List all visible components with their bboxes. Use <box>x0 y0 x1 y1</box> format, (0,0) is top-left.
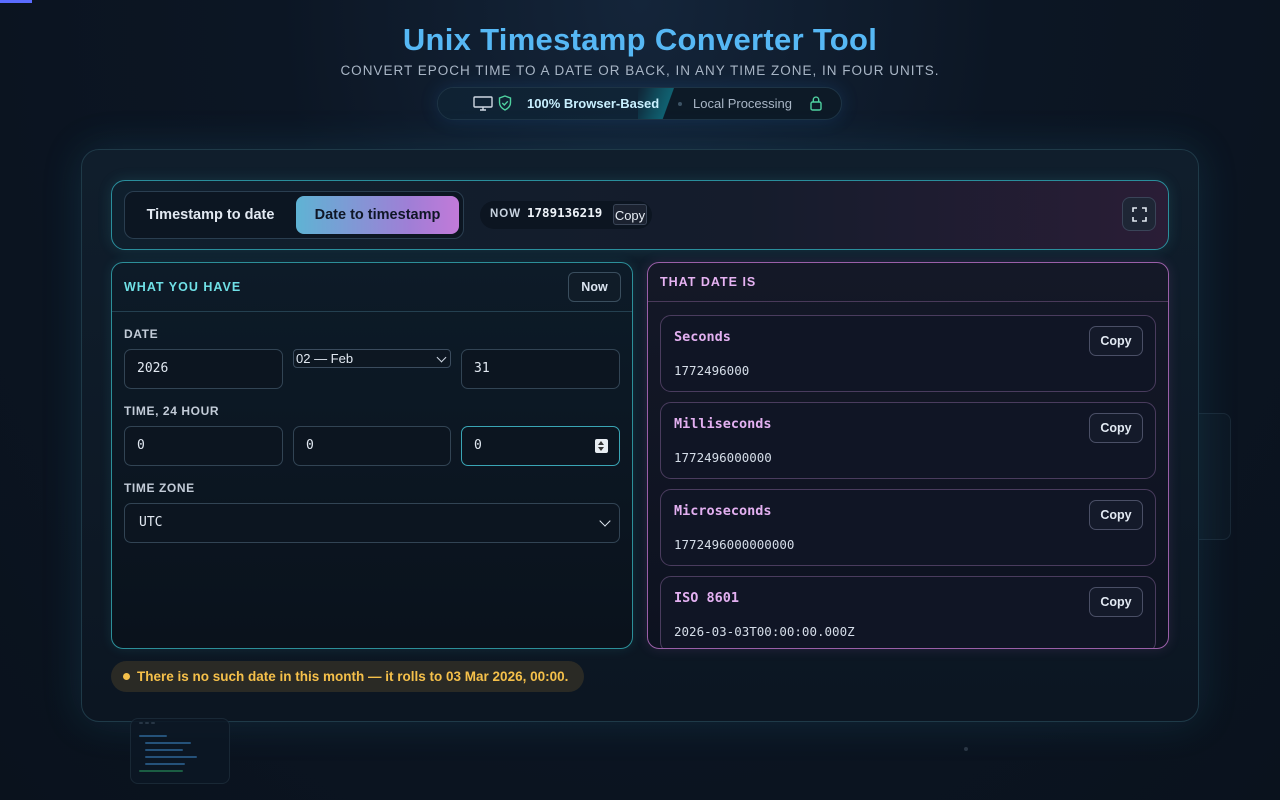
output-panel-title: THAT DATE IS <box>660 275 757 289</box>
result-value: 1772496000 <box>674 363 750 378</box>
result-card-seconds: Seconds 1772496000 Copy <box>660 315 1156 392</box>
result-card-microseconds: Microseconds 1772496000000000 Copy <box>660 489 1156 566</box>
badge-separator <box>678 102 682 106</box>
timezone-select-value: UTC <box>139 515 163 530</box>
now-label: NOW <box>490 208 522 220</box>
result-value: 1772496000000000 <box>674 537 795 552</box>
copy-milliseconds-button[interactable]: Copy <box>1089 413 1143 443</box>
badge-browser-text: 100% Browser-Based <box>527 96 660 111</box>
monitor-icon <box>473 96 493 116</box>
copy-seconds-button[interactable]: Copy <box>1089 326 1143 356</box>
result-value: 2026-03-03T00:00:00.000Z <box>674 624 855 639</box>
output-panel-header: THAT DATE IS <box>648 263 1168 302</box>
year-input[interactable]: 2026 <box>124 349 283 389</box>
result-label: Seconds <box>674 329 731 345</box>
result-card-milliseconds: Milliseconds 1772496000000 Copy <box>660 402 1156 479</box>
chevron-down-icon <box>436 352 447 363</box>
input-panel: WHAT YOU HAVE Now DATE 2026 02 — Feb 31 … <box>111 262 633 649</box>
fullscreen-button[interactable] <box>1122 197 1156 231</box>
page-header: Unix Timestamp Converter Tool CONVERT EP… <box>0 0 1280 81</box>
result-label: Microseconds <box>674 503 772 519</box>
set-now-button[interactable]: Now <box>568 272 621 302</box>
copy-iso-button[interactable]: Copy <box>1089 587 1143 617</box>
input-panel-header: WHAT YOU HAVE Now <box>112 263 632 312</box>
rollover-warning-text: There is no such date in this month — it… <box>137 669 569 684</box>
now-timestamp-value: 1789136219 <box>527 205 603 220</box>
badge-local-text: Local Processing <box>693 96 792 111</box>
decorative-side-tab <box>1198 413 1231 540</box>
tab-timestamp-to-date[interactable]: Timestamp to date <box>129 196 292 234</box>
result-label: ISO 8601 <box>674 590 740 606</box>
spinner-icon[interactable] <box>595 439 608 453</box>
time-label: TIME, 24 HOUR <box>124 404 220 418</box>
result-card-iso8601: ISO 8601 2026-03-03T00:00:00.000Z Copy <box>660 576 1156 648</box>
page-subtitle: CONVERT EPOCH TIME TO A DATE OR BACK, IN… <box>340 63 940 78</box>
minute-input[interactable]: 0 <box>293 426 451 466</box>
page-title: Unix Timestamp Converter Tool <box>402 22 878 57</box>
chevron-down-icon <box>599 515 611 527</box>
input-panel-title: WHAT YOU HAVE <box>124 280 242 294</box>
privacy-badge: 100% Browser-Based Local Processing <box>437 87 842 120</box>
copy-microseconds-button[interactable]: Copy <box>1089 500 1143 530</box>
output-panel: THAT DATE IS Seconds 1772496000 Copy Mil… <box>647 262 1169 649</box>
warning-dot-icon <box>123 673 130 680</box>
tab-date-to-timestamp[interactable]: Date to timestamp <box>296 196 459 234</box>
shield-check-icon <box>498 95 512 116</box>
second-input-value: 0 <box>474 438 482 453</box>
result-label: Milliseconds <box>674 416 772 432</box>
timezone-select[interactable]: UTC <box>124 503 620 543</box>
month-select-value: 02 — Feb <box>296 351 354 366</box>
rollover-warning: There is no such date in this month — it… <box>111 661 584 692</box>
hour-input[interactable]: 0 <box>124 426 283 466</box>
expand-icon <box>1132 207 1147 225</box>
month-select[interactable]: 02 — Feb <box>293 349 451 368</box>
copy-now-button[interactable]: Copy <box>613 204 647 225</box>
timezone-label: TIME ZONE <box>124 481 195 495</box>
day-input[interactable]: 31 <box>461 349 620 389</box>
lock-icon <box>809 95 823 116</box>
date-label: DATE <box>124 327 159 341</box>
decorative-dot <box>964 747 968 751</box>
result-value: 1772496000000 <box>674 450 772 465</box>
decorative-code-card <box>130 718 230 784</box>
